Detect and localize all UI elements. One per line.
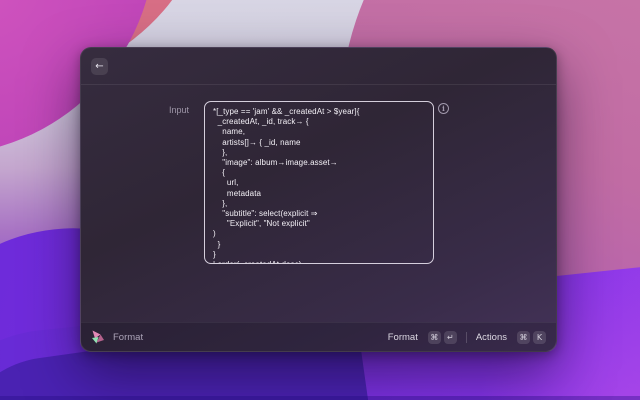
app-title: Format — [113, 331, 144, 343]
window-body: Input *[_type == 'jam' && _createdAt > $… — [81, 86, 556, 321]
logo-green-triangle — [92, 337, 99, 344]
back-button[interactable]: ← — [91, 58, 108, 75]
window-header: ← — [81, 48, 556, 85]
actions-menu-label[interactable]: Actions — [476, 332, 507, 343]
app-window: ← Input *[_type == 'jam' && _createdAt >… — [80, 47, 557, 352]
input-label: Input — [168, 105, 189, 115]
query-input-box[interactable]: *[_type == 'jam' && _createdAt > $year]{… — [204, 101, 434, 264]
footer-divider — [465, 331, 467, 343]
info-icon[interactable]: i — [438, 103, 449, 114]
app-logo-icon — [92, 330, 104, 344]
window-footer: Format Format ⌘ ↵ Actions ⌘ K — [81, 322, 556, 351]
k-key[interactable]: K — [533, 330, 546, 344]
footer-left: Format — [91, 330, 143, 344]
query-code[interactable]: *[_type == 'jam' && _createdAt > $year]{… — [213, 107, 425, 263]
wallpaper-bottom-strip — [0, 396, 640, 400]
command-key[interactable]: ⌘ — [517, 330, 530, 344]
format-action-label[interactable]: Format — [388, 332, 418, 343]
command-key[interactable]: ⌘ — [427, 330, 441, 344]
footer-right: Format ⌘ ↵ Actions ⌘ K — [388, 330, 546, 344]
return-key[interactable]: ↵ — [443, 330, 457, 344]
